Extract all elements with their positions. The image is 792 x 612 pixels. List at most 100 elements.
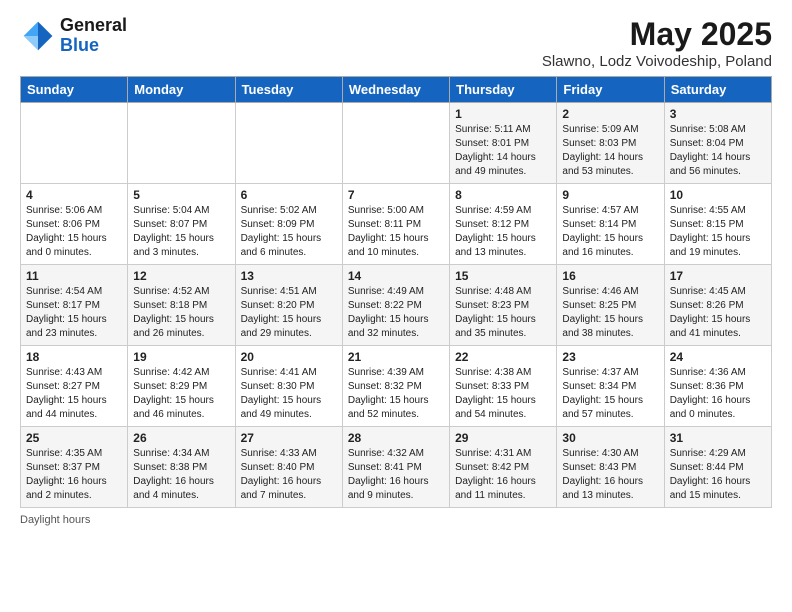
main-title: May 2025	[542, 16, 772, 53]
calendar-cell: 11 Sunrise: 4:54 AM Sunset: 8:17 PM Dayli…	[21, 265, 128, 346]
day-info: Sunrise: 4:52 AM Sunset: 8:18 PM Dayligh…	[133, 285, 229, 341]
day-info: Sunrise: 4:37 AM Sunset: 8:34 PM Dayligh…	[562, 366, 658, 422]
day-number: 10	[670, 188, 766, 202]
day-info: Sunrise: 4:59 AM Sunset: 8:12 PM Dayligh…	[455, 204, 551, 260]
calendar-cell: 18 Sunrise: 4:43 AM Sunset: 8:27 PM Dayli…	[21, 346, 128, 427]
day-info: Sunrise: 5:09 AM Sunset: 8:03 PM Dayligh…	[562, 123, 658, 179]
day-number: 24	[670, 350, 766, 364]
day-info: Sunrise: 4:31 AM Sunset: 8:42 PM Dayligh…	[455, 447, 551, 503]
day-number: 25	[26, 431, 122, 445]
calendar-week-2: 4 Sunrise: 5:06 AM Sunset: 8:06 PM Daylig…	[21, 184, 772, 265]
calendar-cell: 28 Sunrise: 4:32 AM Sunset: 8:41 PM Dayli…	[342, 427, 449, 508]
day-info: Sunrise: 4:46 AM Sunset: 8:25 PM Dayligh…	[562, 285, 658, 341]
day-number: 11	[26, 269, 122, 283]
calendar-header-sunday: Sunday	[21, 77, 128, 103]
day-number: 22	[455, 350, 551, 364]
calendar-cell: 9Sunrise: 4:57 AM Sunset: 8:14 PM Daylig…	[557, 184, 664, 265]
day-info: Sunrise: 4:36 AM Sunset: 8:36 PM Dayligh…	[670, 366, 766, 422]
calendar-week-5: 25Sunrise: 4:35 AM Sunset: 8:37 PM Dayli…	[21, 427, 772, 508]
day-info: Sunrise: 4:41 AM Sunset: 8:30 PM Dayligh…	[241, 366, 337, 422]
calendar-header-tuesday: Tuesday	[235, 77, 342, 103]
day-number: 4	[26, 188, 122, 202]
day-number: 2	[562, 107, 658, 121]
logo-general-text: General	[60, 15, 127, 35]
day-info: Sunrise: 4:54 AM Sunset: 8:17 PM Dayligh…	[26, 285, 122, 341]
calendar-cell: 10 Sunrise: 4:55 AM Sunset: 8:15 PM Dayli…	[664, 184, 771, 265]
calendar-cell	[235, 103, 342, 184]
calendar-cell: 24 Sunrise: 4:36 AM Sunset: 8:36 PM Dayli…	[664, 346, 771, 427]
day-number: 13	[241, 269, 337, 283]
calendar-cell: 27Sunrise: 4:33 AM Sunset: 8:40 PM Dayli…	[235, 427, 342, 508]
day-info: Sunrise: 5:02 AM Sunset: 8:09 PM Dayligh…	[241, 204, 337, 260]
calendar-cell: 16Sunrise: 4:46 AM Sunset: 8:25 PM Dayli…	[557, 265, 664, 346]
calendar-header-row: SundayMondayTuesdayWednesdayThursdayFrid…	[21, 77, 772, 103]
day-info: Sunrise: 4:55 AM Sunset: 8:15 PM Dayligh…	[670, 204, 766, 260]
day-info: Sunrise: 4:30 AM Sunset: 8:43 PM Dayligh…	[562, 447, 658, 503]
calendar-cell: 13 Sunrise: 4:51 AM Sunset: 8:20 PM Dayli…	[235, 265, 342, 346]
day-number: 14	[348, 269, 444, 283]
calendar-header-monday: Monday	[128, 77, 235, 103]
calendar-week-4: 18 Sunrise: 4:43 AM Sunset: 8:27 PM Dayli…	[21, 346, 772, 427]
day-info: Sunrise: 4:34 AM Sunset: 8:38 PM Dayligh…	[133, 447, 229, 503]
day-number: 6	[241, 188, 337, 202]
calendar-cell: 8 Sunrise: 4:59 AM Sunset: 8:12 PM Daylig…	[450, 184, 557, 265]
title-block: May 2025 Slawno, Lodz Voivodeship, Polan…	[542, 16, 772, 70]
calendar-header-friday: Friday	[557, 77, 664, 103]
calendar-week-3: 11 Sunrise: 4:54 AM Sunset: 8:17 PM Dayli…	[21, 265, 772, 346]
calendar-cell: 22 Sunrise: 4:38 AM Sunset: 8:33 PM Dayli…	[450, 346, 557, 427]
footer-note: Daylight hours	[20, 514, 772, 526]
calendar-cell: 15Sunrise: 4:48 AM Sunset: 8:23 PM Dayli…	[450, 265, 557, 346]
day-info: Sunrise: 5:11 AM Sunset: 8:01 PM Dayligh…	[455, 123, 551, 179]
calendar-cell: 4 Sunrise: 5:06 AM Sunset: 8:06 PM Daylig…	[21, 184, 128, 265]
day-info: Sunrise: 5:08 AM Sunset: 8:04 PM Dayligh…	[670, 123, 766, 179]
calendar-cell: 14 Sunrise: 4:49 AM Sunset: 8:22 PM Dayli…	[342, 265, 449, 346]
day-info: Sunrise: 5:06 AM Sunset: 8:06 PM Dayligh…	[26, 204, 122, 260]
day-number: 5	[133, 188, 229, 202]
calendar-cell: 21Sunrise: 4:39 AM Sunset: 8:32 PM Dayli…	[342, 346, 449, 427]
day-number: 19	[133, 350, 229, 364]
day-number: 17	[670, 269, 766, 283]
day-number: 27	[241, 431, 337, 445]
day-info: Sunrise: 4:38 AM Sunset: 8:33 PM Dayligh…	[455, 366, 551, 422]
day-info: Sunrise: 5:04 AM Sunset: 8:07 PM Dayligh…	[133, 204, 229, 260]
day-info: Sunrise: 4:49 AM Sunset: 8:22 PM Dayligh…	[348, 285, 444, 341]
calendar-header-thursday: Thursday	[450, 77, 557, 103]
calendar-table: SundayMondayTuesdayWednesdayThursdayFrid…	[20, 76, 772, 508]
calendar-cell: 20 Sunrise: 4:41 AM Sunset: 8:30 PM Dayli…	[235, 346, 342, 427]
day-info: Sunrise: 4:43 AM Sunset: 8:27 PM Dayligh…	[26, 366, 122, 422]
subtitle: Slawno, Lodz Voivodeship, Poland	[542, 53, 772, 70]
calendar-cell: 30 Sunrise: 4:30 AM Sunset: 8:43 PM Dayli…	[557, 427, 664, 508]
calendar-cell: 12Sunrise: 4:52 AM Sunset: 8:18 PM Dayli…	[128, 265, 235, 346]
logo-text: General Blue	[60, 16, 127, 56]
calendar-cell	[342, 103, 449, 184]
day-number: 28	[348, 431, 444, 445]
day-info: Sunrise: 4:57 AM Sunset: 8:14 PM Dayligh…	[562, 204, 658, 260]
day-info: Sunrise: 5:00 AM Sunset: 8:11 PM Dayligh…	[348, 204, 444, 260]
day-number: 18	[26, 350, 122, 364]
day-info: Sunrise: 4:42 AM Sunset: 8:29 PM Dayligh…	[133, 366, 229, 422]
day-number: 30	[562, 431, 658, 445]
calendar-week-1: 1Sunrise: 5:11 AM Sunset: 8:01 PM Daylig…	[21, 103, 772, 184]
day-number: 20	[241, 350, 337, 364]
calendar-header-wednesday: Wednesday	[342, 77, 449, 103]
calendar-cell: 2 Sunrise: 5:09 AM Sunset: 8:03 PM Daylig…	[557, 103, 664, 184]
calendar-cell: 29 Sunrise: 4:31 AM Sunset: 8:42 PM Dayli…	[450, 427, 557, 508]
day-info: Sunrise: 4:48 AM Sunset: 8:23 PM Dayligh…	[455, 285, 551, 341]
day-number: 29	[455, 431, 551, 445]
day-number: 8	[455, 188, 551, 202]
day-info: Sunrise: 4:29 AM Sunset: 8:44 PM Dayligh…	[670, 447, 766, 503]
calendar-header-saturday: Saturday	[664, 77, 771, 103]
day-info: Sunrise: 4:51 AM Sunset: 8:20 PM Dayligh…	[241, 285, 337, 341]
day-info: Sunrise: 4:32 AM Sunset: 8:41 PM Dayligh…	[348, 447, 444, 503]
day-number: 23	[562, 350, 658, 364]
calendar-cell: 31 Sunrise: 4:29 AM Sunset: 8:44 PM Dayli…	[664, 427, 771, 508]
day-number: 7	[348, 188, 444, 202]
day-number: 21	[348, 350, 444, 364]
day-info: Sunrise: 4:45 AM Sunset: 8:26 PM Dayligh…	[670, 285, 766, 341]
day-number: 31	[670, 431, 766, 445]
calendar-cell: 25Sunrise: 4:35 AM Sunset: 8:37 PM Dayli…	[21, 427, 128, 508]
calendar-cell: 1Sunrise: 5:11 AM Sunset: 8:01 PM Daylig…	[450, 103, 557, 184]
calendar-cell: 6 Sunrise: 5:02 AM Sunset: 8:09 PM Daylig…	[235, 184, 342, 265]
day-number: 3	[670, 107, 766, 121]
calendar-cell: 19 Sunrise: 4:42 AM Sunset: 8:29 PM Dayli…	[128, 346, 235, 427]
